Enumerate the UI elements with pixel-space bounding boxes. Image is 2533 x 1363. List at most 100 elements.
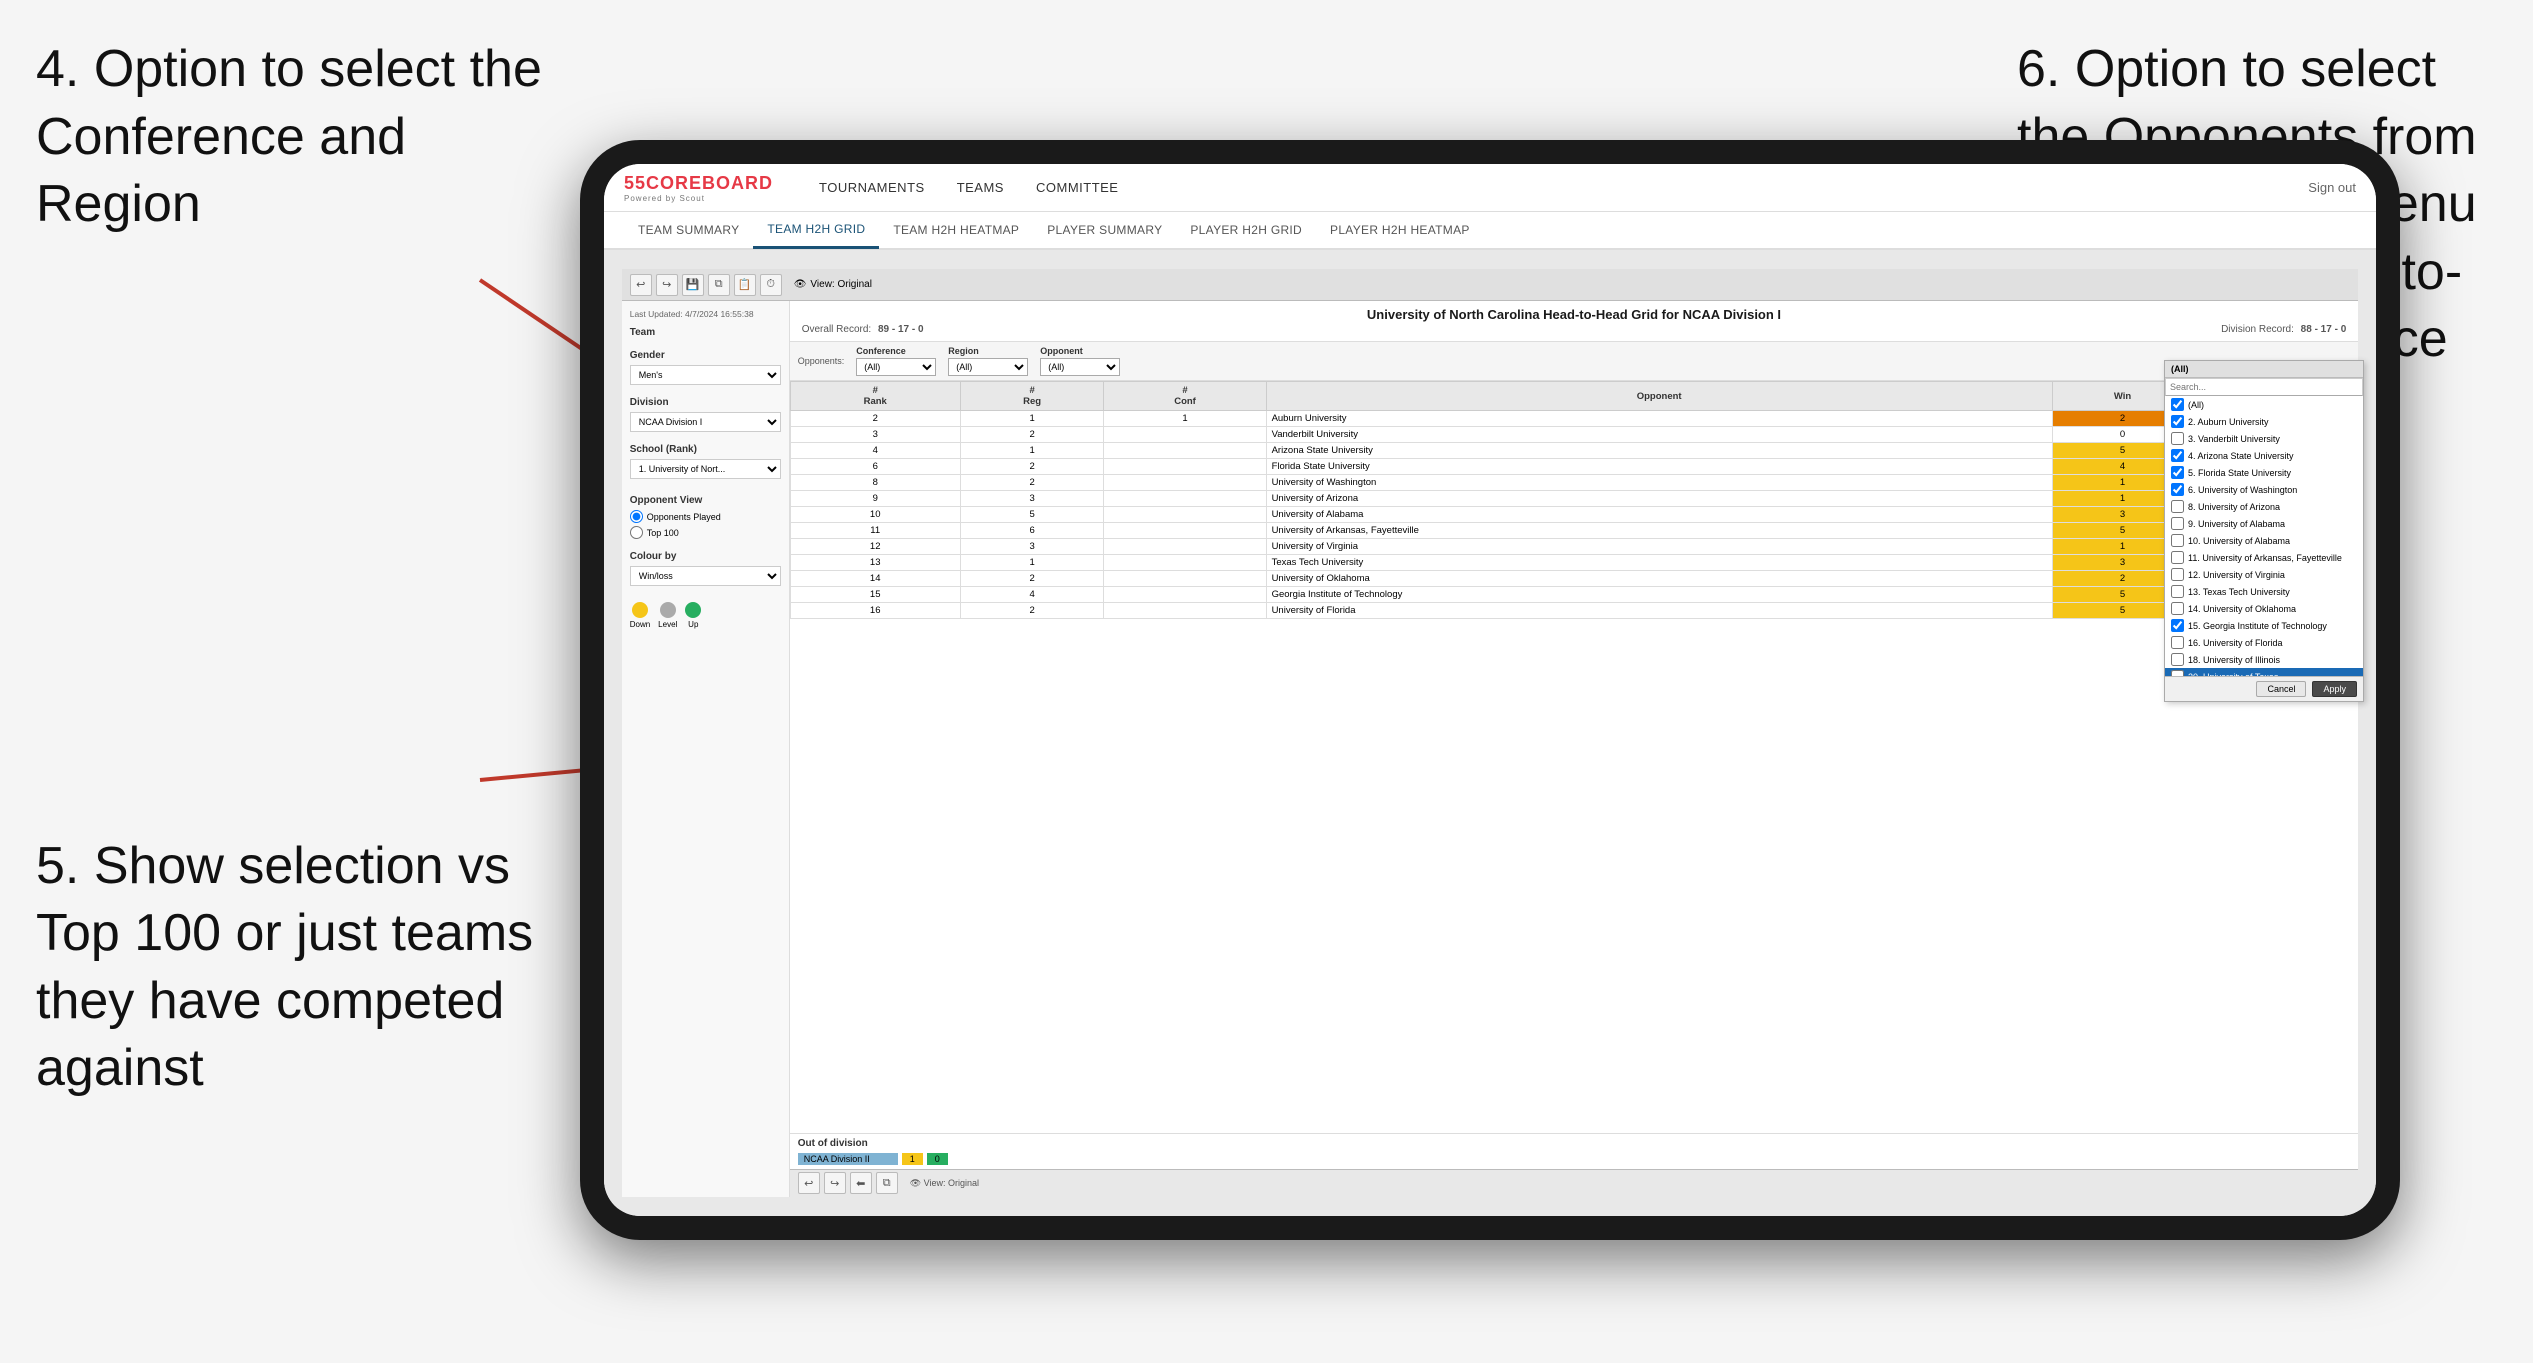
tab-team-h2h-heatmap[interactable]: TEAM H2H HEATMAP (879, 211, 1033, 249)
dropdown-item-checkbox[interactable] (2171, 585, 2184, 598)
dropdown-item-label: 13. Texas Tech University (2188, 587, 2290, 597)
nav-committee[interactable]: COMMITTEE (1020, 164, 1135, 212)
cell-reg: 5 (960, 507, 1104, 523)
clock-btn[interactable]: ⏱ (760, 274, 782, 296)
dropdown-item-label: 11. University of Arkansas, Fayetteville (2188, 553, 2342, 563)
dropdown-item[interactable]: 11. University of Arkansas, Fayetteville (2165, 549, 2358, 566)
cell-opponent: University of Washington (1266, 475, 2052, 491)
division-label: Division (630, 397, 781, 408)
annotation-3: 5. Show selection vs Top 100 or just tea… (36, 833, 596, 1103)
redo-btn[interactable]: ↪ (656, 274, 678, 296)
dropdown-item[interactable]: 4. Arizona State University (2165, 447, 2358, 464)
nav-teams[interactable]: TEAMS (941, 164, 1020, 212)
apply-button[interactable]: Apply (2312, 681, 2357, 697)
dropdown-item-checkbox[interactable] (2171, 619, 2184, 632)
out-div-name: NCAA Division II (798, 1153, 898, 1165)
dropdown-item-checkbox[interactable] (2171, 517, 2184, 530)
paste-btn[interactable]: 📋 (734, 274, 756, 296)
dropdown-item[interactable]: 13. Texas Tech University (2165, 583, 2358, 600)
bottom-copy[interactable]: ⧉ (876, 1172, 898, 1194)
cell-conf (1104, 523, 1266, 539)
opponent-filter-select[interactable]: (All) (1040, 358, 1120, 376)
view-header: University of North Carolina Head-to-Hea… (790, 301, 2359, 342)
opponent-dropdown[interactable]: (All) (All) 2. Auburn University 3. Vand… (2164, 360, 2358, 702)
tab-player-h2h-heatmap[interactable]: PLAYER H2H HEATMAP (1316, 211, 1484, 249)
dropdown-item[interactable]: 14. University of Oklahoma (2165, 600, 2358, 617)
dropdown-item-checkbox[interactable] (2171, 398, 2184, 411)
undo-btn[interactable]: ↩ (630, 274, 652, 296)
dropdown-item[interactable]: 10. University of Alabama (2165, 532, 2358, 549)
dropdown-item-checkbox[interactable] (2171, 500, 2184, 513)
dropdown-item-label: 18. University of Illinois (2188, 655, 2280, 665)
dropdown-item-checkbox[interactable] (2171, 415, 2184, 428)
dropdown-item[interactable]: 12. University of Virginia (2165, 566, 2358, 583)
logo: 55COREBOARD Powered by Scout (624, 173, 773, 203)
bottom-back[interactable]: ⬅ (850, 1172, 872, 1194)
cancel-button[interactable]: Cancel (2256, 681, 2306, 697)
cell-rank: 6 (790, 459, 960, 475)
dropdown-item-checkbox[interactable] (2171, 432, 2184, 445)
dropdown-item[interactable]: 2. Auburn University (2165, 413, 2358, 430)
opponents-played-label: Opponents Played (647, 512, 721, 522)
dropdown-footer: Cancel Apply (2165, 676, 2358, 701)
th-rank: #Rank (790, 382, 960, 411)
cell-reg: 4 (960, 587, 1104, 603)
top-100-radio[interactable] (630, 526, 643, 539)
save-btn[interactable]: 💾 (682, 274, 704, 296)
dropdown-item-checkbox[interactable] (2171, 534, 2184, 547)
dropdown-search-input[interactable] (2165, 378, 2358, 396)
region-filter-select[interactable]: (All) (948, 358, 1028, 376)
cell-opponent: Georgia Institute of Technology (1266, 587, 2052, 603)
dropdown-item[interactable]: 9. University of Alabama (2165, 515, 2358, 532)
bottom-undo[interactable]: ↩ (798, 1172, 820, 1194)
dropdown-item[interactable]: 15. Georgia Institute of Technology (2165, 617, 2358, 634)
dropdown-item[interactable]: 6. University of Washington (2165, 481, 2358, 498)
top-100-option[interactable]: Top 100 (630, 526, 781, 539)
copy-btn[interactable]: ⧉ (708, 274, 730, 296)
tab-team-h2h-grid[interactable]: TEAM H2H GRID (753, 211, 879, 249)
cell-opponent: University of Virginia (1266, 539, 2052, 555)
cell-opponent: Florida State University (1266, 459, 2052, 475)
last-updated: Last Updated: 4/7/2024 16:55:38 (630, 309, 781, 319)
dropdown-item[interactable]: 3. Vanderbilt University (2165, 430, 2358, 447)
dropdown-item[interactable]: 20. University of Texas (2165, 668, 2358, 676)
worksheet: ↩ ↪ 💾 ⧉ 📋 ⏱ 👁 View: Original Last Upda (622, 269, 2359, 1196)
nav-sign-out[interactable]: Sign out (2308, 180, 2356, 195)
dropdown-item-checkbox[interactable] (2171, 568, 2184, 581)
dropdown-item-checkbox[interactable] (2171, 449, 2184, 462)
dropdown-item-checkbox[interactable] (2171, 653, 2184, 666)
opponents-played-option[interactable]: Opponents Played (630, 510, 781, 523)
school-select[interactable]: 1. University of Nort... (630, 459, 781, 479)
dropdown-item[interactable]: 5. Florida State University (2165, 464, 2358, 481)
opponents-played-radio[interactable] (630, 510, 643, 523)
division-select[interactable]: NCAA Division I NCAA Division II NCAA Di… (630, 412, 781, 432)
dropdown-item[interactable]: 8. University of Arizona (2165, 498, 2358, 515)
dropdown-item[interactable]: 16. University of Florida (2165, 634, 2358, 651)
dropdown-item-label: 15. Georgia Institute of Technology (2188, 621, 2327, 631)
cell-rank: 10 (790, 507, 960, 523)
cell-opponent: University of Oklahoma (1266, 571, 2052, 587)
cell-conf (1104, 475, 1266, 491)
dropdown-item-checkbox[interactable] (2171, 466, 2184, 479)
legend: Down Level Up (630, 602, 781, 629)
dropdown-item-checkbox[interactable] (2171, 602, 2184, 615)
dropdown-item[interactable]: (All) (2165, 396, 2358, 413)
gender-select[interactable]: Men's Women's (630, 365, 781, 385)
conference-filter-select[interactable]: (All) (856, 358, 936, 376)
colour-by-select[interactable]: Win/loss (630, 566, 781, 586)
dropdown-item[interactable]: 18. University of Illinois (2165, 651, 2358, 668)
dropdown-item-checkbox[interactable] (2171, 636, 2184, 649)
dropdown-item-checkbox[interactable] (2171, 670, 2184, 676)
tab-player-summary[interactable]: PLAYER SUMMARY (1033, 211, 1176, 249)
dropdown-item-checkbox[interactable] (2171, 483, 2184, 496)
tab-player-h2h-grid[interactable]: PLAYER H2H GRID (1176, 211, 1316, 249)
bottom-redo[interactable]: ↪ (824, 1172, 846, 1194)
cell-reg: 2 (960, 427, 1104, 443)
cell-conf (1104, 587, 1266, 603)
dropdown-item-checkbox[interactable] (2171, 551, 2184, 564)
cell-rank: 16 (790, 603, 960, 619)
tab-team-summary[interactable]: TEAM SUMMARY (624, 211, 753, 249)
nav-tournaments[interactable]: TOURNAMENTS (803, 164, 941, 212)
cell-rank: 2 (790, 411, 960, 427)
cell-rank: 12 (790, 539, 960, 555)
